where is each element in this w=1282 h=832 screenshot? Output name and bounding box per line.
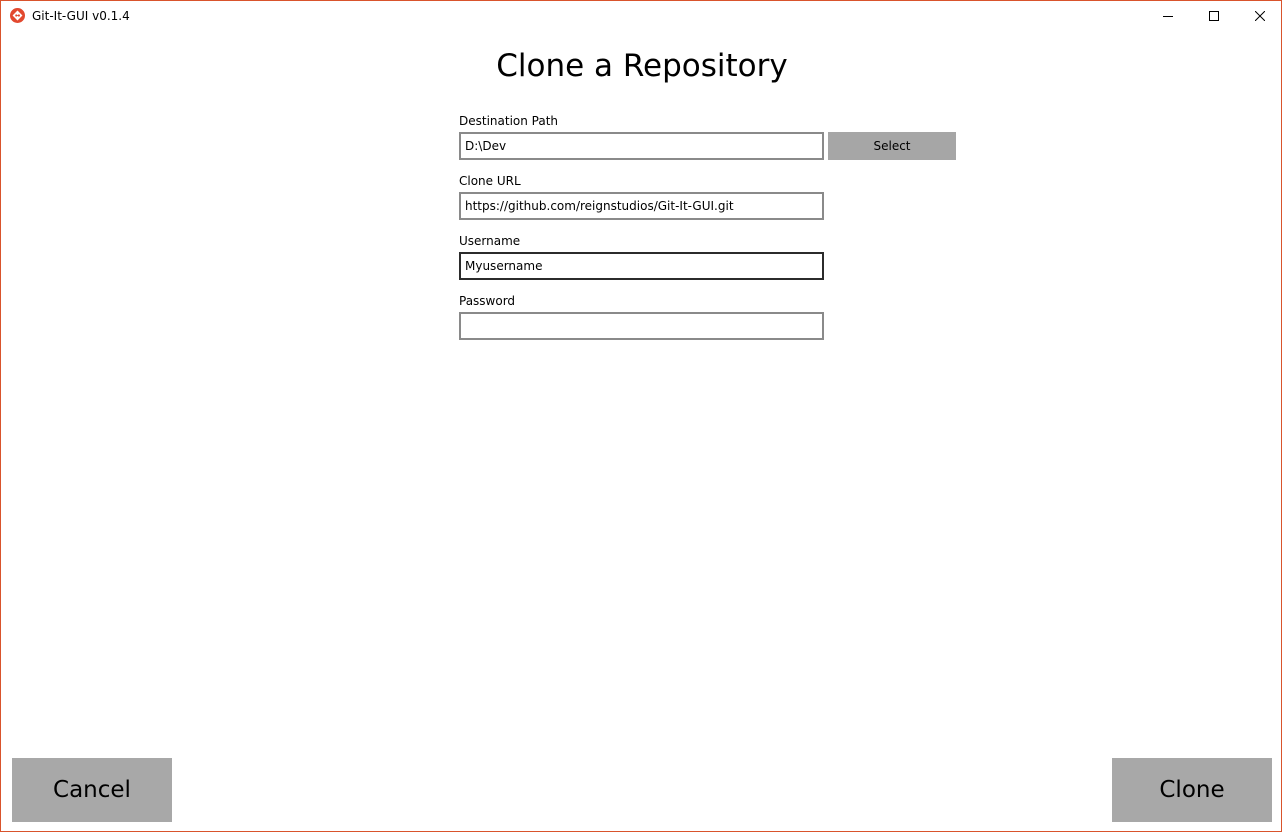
minimize-button[interactable] (1145, 1, 1191, 31)
destination-path-input[interactable] (459, 132, 824, 160)
username-label: Username (459, 234, 521, 248)
maximize-button[interactable] (1191, 1, 1237, 31)
password-input[interactable] (459, 312, 824, 340)
window-title: Git-It-GUI v0.1.4 (32, 9, 130, 23)
select-button[interactable]: Select (828, 132, 956, 160)
app-window: Git-It-GUI v0.1.4 Clone a Repository Des… (0, 0, 1282, 832)
maximize-icon (1209, 11, 1219, 21)
password-label: Password (459, 294, 516, 308)
minimize-icon (1163, 11, 1173, 21)
clone-url-input[interactable] (459, 192, 824, 220)
clone-button[interactable]: Clone (1112, 758, 1272, 822)
destination-path-label: Destination Path (459, 114, 559, 128)
username-input[interactable] (459, 252, 824, 280)
clone-url-label: Clone URL (459, 174, 521, 188)
close-button[interactable] (1237, 1, 1282, 31)
page-title: Clone a Repository (496, 48, 788, 84)
title-bar[interactable]: Git-It-GUI v0.1.4 (1, 1, 1281, 31)
cancel-button[interactable]: Cancel (12, 758, 172, 822)
close-icon (1255, 11, 1265, 21)
git-logo-icon (10, 8, 25, 23)
